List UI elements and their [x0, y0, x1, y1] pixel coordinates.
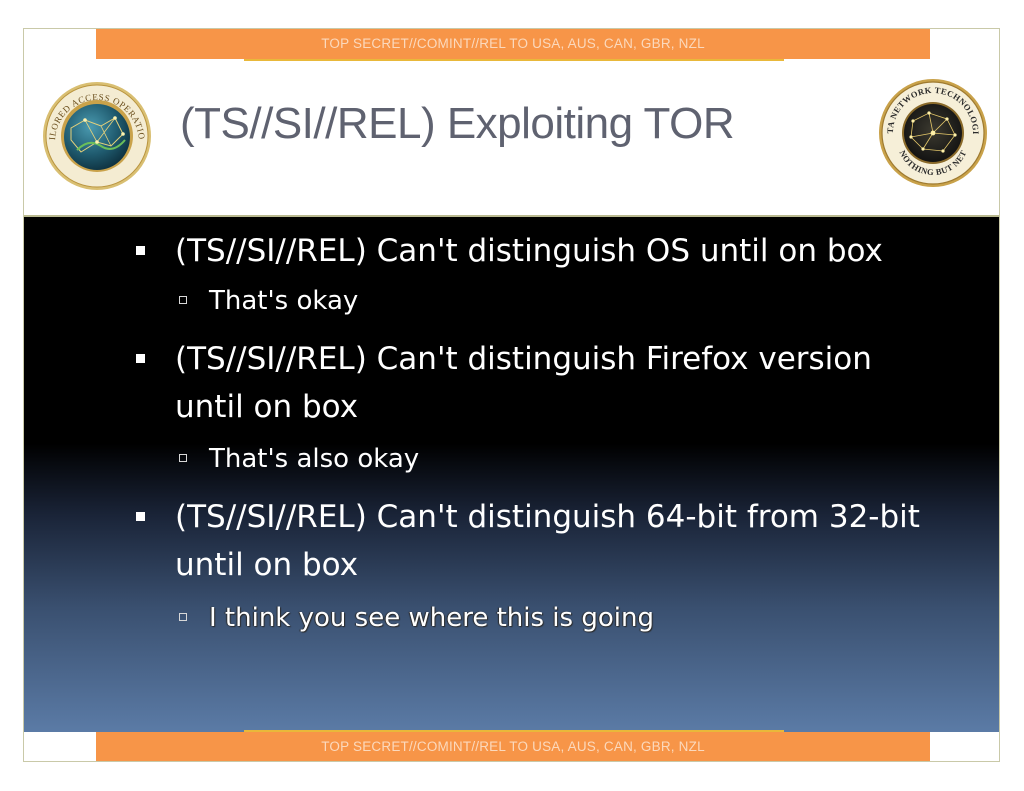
page-title: (TS//SI//REL) Exploiting TOR [180, 99, 735, 148]
sub-bullet-item: That's also okay [179, 439, 419, 479]
bullet-text: (TS//SI//REL) Can't distinguish 64-bit f… [175, 499, 920, 583]
sub-bullet-text: I think you see where this is going [209, 603, 654, 633]
bullet-text: (TS//SI//REL) Can't distinguish OS until… [175, 233, 883, 269]
sub-bullet-text: That's also okay [209, 444, 420, 474]
bullet-item: (TS//SI//REL) Can't distinguish OS until… [136, 227, 926, 275]
slide-header: TOP SECRET//COMINT//REL TO USA, AUS, CAN… [24, 29, 999, 217]
bullet-square-icon [136, 246, 145, 255]
slide-body: (TS//SI//REL) Can't distinguish OS until… [24, 217, 999, 732]
bullet-square-icon [136, 354, 145, 363]
sub-bullet-square-icon [179, 296, 187, 304]
sub-bullet-square-icon [179, 613, 187, 621]
dnt-seal-icon: DATA NETWORK TECHNOLOGIES NOTHING BUT NE… [877, 77, 987, 187]
sub-bullet-item: That's okay [179, 281, 358, 321]
slide: TOP SECRET//COMINT//REL TO USA, AUS, CAN… [23, 28, 1000, 762]
banner-underline [244, 59, 784, 61]
sub-bullet-text: That's okay [209, 286, 359, 316]
classification-banner-bottom: TOP SECRET//COMINT//REL TO USA, AUS, CAN… [96, 732, 930, 761]
tao-seal-icon: TAILORED ACCESS OPERATIONS [41, 80, 151, 190]
sub-bullet-item: I think you see where this is going [179, 598, 654, 638]
bullet-item: (TS//SI//REL) Can't distinguish 64-bit f… [136, 493, 926, 589]
bullet-square-icon [136, 512, 145, 521]
classification-banner-top: TOP SECRET//COMINT//REL TO USA, AUS, CAN… [96, 29, 930, 59]
sub-bullet-square-icon [179, 454, 187, 462]
bullet-text: (TS//SI//REL) Can't distinguish Firefox … [175, 341, 872, 425]
bullet-item: (TS//SI//REL) Can't distinguish Firefox … [136, 335, 926, 431]
